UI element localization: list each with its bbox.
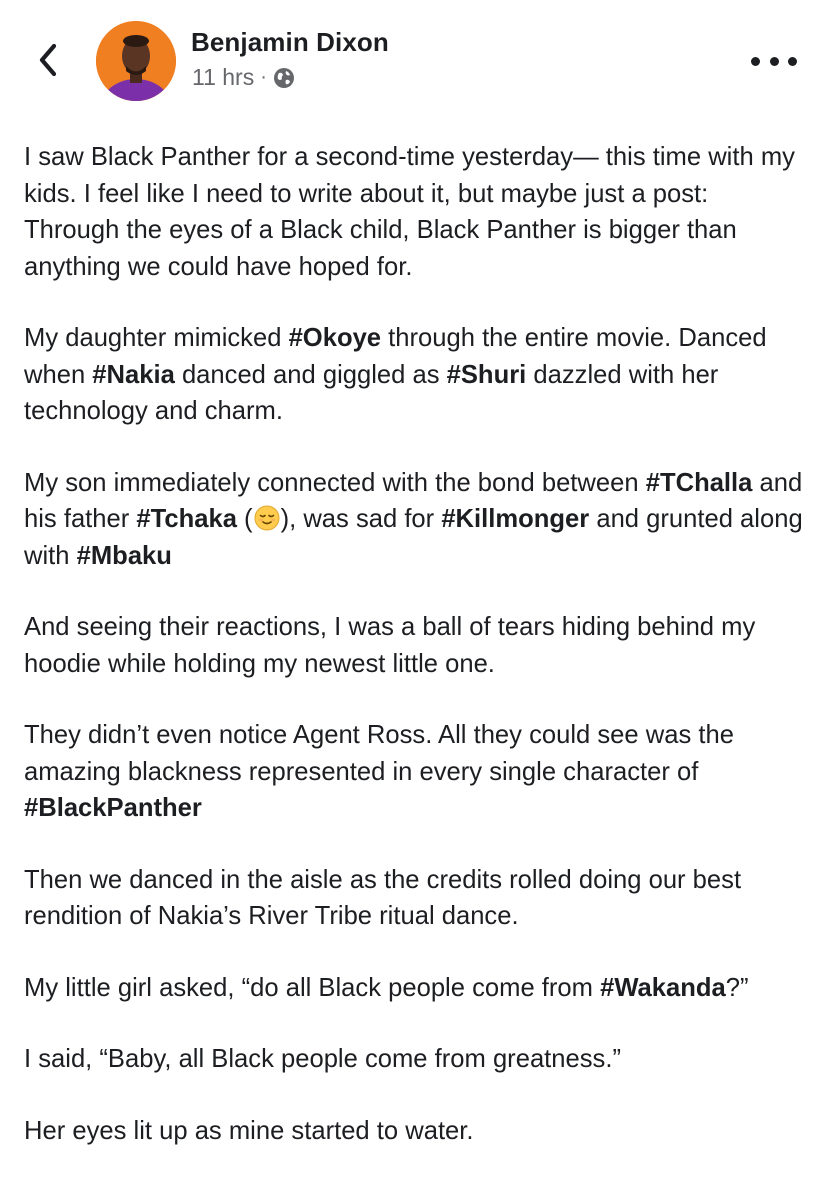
relieved-face-emoji: [254, 505, 280, 531]
hashtag-link[interactable]: #Okoye: [289, 324, 381, 352]
hashtag-link[interactable]: #Killmonger: [441, 505, 589, 533]
hashtag-link[interactable]: #Nakia: [92, 361, 175, 389]
timestamp[interactable]: 11 hrs: [192, 64, 254, 91]
chevron-left-icon: [39, 43, 57, 77]
more-options-button[interactable]: [751, 50, 797, 72]
post-paragraph: My little girl asked, “do all Black peop…: [24, 970, 804, 1007]
hashtag-link[interactable]: #Tchaka: [136, 505, 237, 533]
post-paragraph: My son immediately connected with the bo…: [24, 465, 804, 575]
post-paragraph: I said, “Baby, all Black people come fro…: [24, 1045, 621, 1073]
post-text: My son immediately connected with the bo…: [24, 468, 646, 497]
author-name[interactable]: Benjamin Dixon: [191, 27, 389, 58]
avatar[interactable]: [96, 21, 176, 101]
hashtag-link[interactable]: #Mbaku: [77, 542, 172, 570]
post-text: danced and giggled as: [174, 360, 447, 389]
post-paragraph: Then we danced in the aisle as the credi…: [24, 865, 742, 931]
post-paragraph: I saw Black Panther for a second-time ye…: [24, 143, 795, 281]
post-text: My little girl asked, “do all Black peop…: [24, 973, 601, 1002]
hashtag-link[interactable]: #BlackPanther: [24, 794, 202, 822]
post-paragraph: Her eyes lit up as mine started to water…: [24, 1116, 474, 1145]
post-paragraph: And seeing their reactions, I was a ball…: [24, 613, 756, 678]
more-horizontal-icon: [769, 56, 779, 66]
post-paragraph: My daughter mimicked #Okoye through the …: [24, 320, 804, 430]
post-body: I saw Black Panther for a second-time ye…: [24, 139, 804, 1184]
post-text: ?”: [725, 973, 749, 1002]
hashtag-link[interactable]: #Shuri: [447, 361, 527, 389]
avatar-image: [96, 21, 176, 101]
post-text: My daughter mimicked: [24, 324, 289, 352]
post-meta: 11 hrs ·: [192, 64, 295, 91]
post-paragraph: They didn’t even notice Agent Ross. All …: [24, 717, 804, 827]
more-horizontal-icon: [788, 56, 797, 66]
post-text: They didn’t even notice Agent Ross. All …: [24, 721, 734, 786]
globe-icon: [273, 67, 294, 88]
hashtag-link[interactable]: #TChalla: [646, 469, 753, 497]
post-text: ), was sad for: [280, 505, 442, 533]
hashtag-link[interactable]: #Wakanda: [600, 974, 726, 1002]
more-horizontal-icon: [751, 56, 760, 66]
back-button[interactable]: [30, 40, 66, 80]
post-text: (: [236, 505, 253, 533]
meta-separator: ·: [260, 66, 267, 88]
